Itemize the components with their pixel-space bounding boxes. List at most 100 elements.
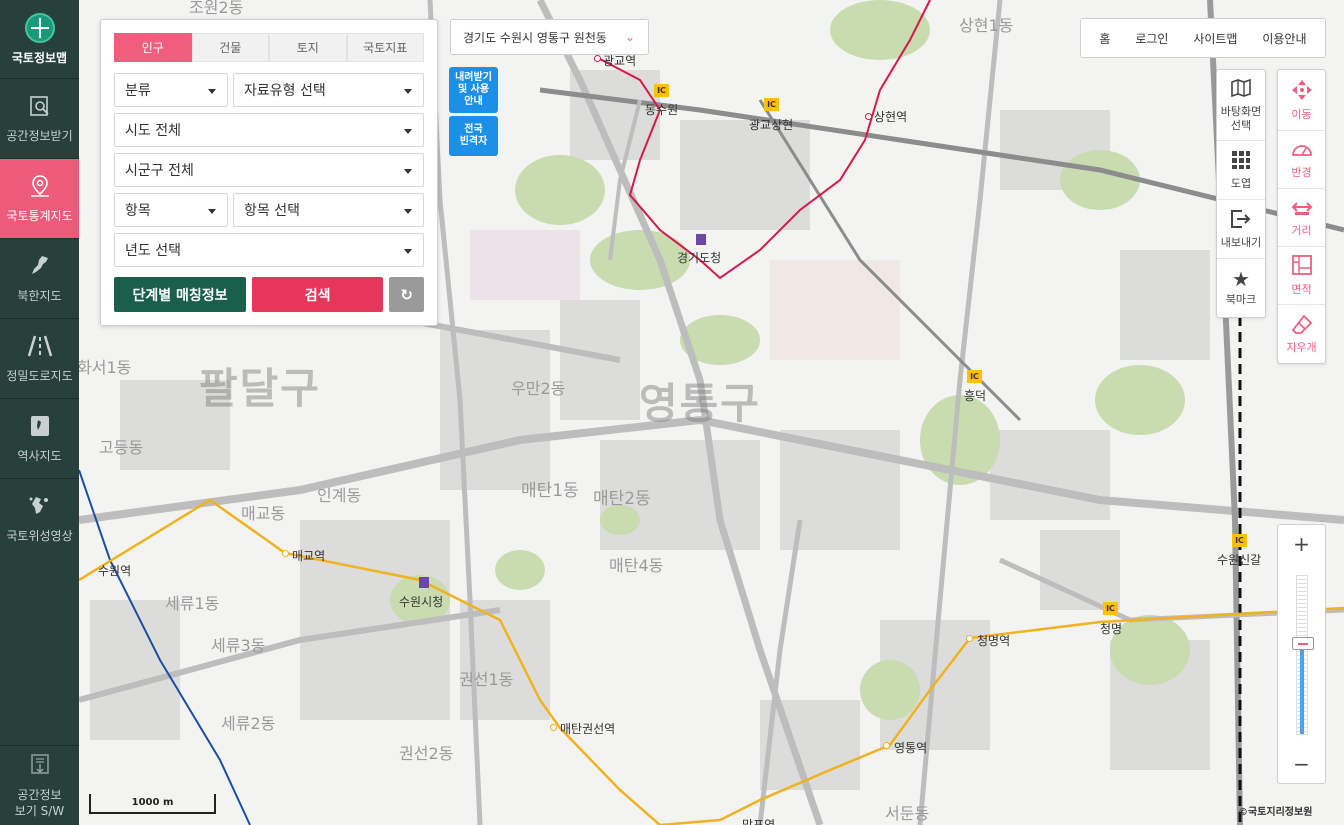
- logo[interactable]: 국토정보맵: [0, 0, 79, 78]
- link-sitemap[interactable]: 사이트맵: [1193, 30, 1237, 47]
- distance-tool-button[interactable]: 거리: [1278, 189, 1325, 247]
- dong-label: 고등동: [99, 438, 144, 457]
- category-select[interactable]: 분류: [114, 73, 228, 107]
- link-guide[interactable]: 이용안내: [1262, 30, 1306, 47]
- ic-badge: IC: [967, 370, 982, 383]
- sheet-grid-button[interactable]: 도엽: [1217, 141, 1265, 200]
- sidebar-item-sw-download[interactable]: 공간정보 보기 S/W: [0, 745, 79, 825]
- radius-tool-button[interactable]: 반경: [1278, 131, 1325, 189]
- tab-building[interactable]: 건물: [191, 33, 269, 62]
- dong-label: 화서1동: [79, 358, 132, 377]
- tool-label: 반경: [1291, 166, 1312, 179]
- station-label[interactable]: 영통역: [894, 739, 927, 756]
- data-type-select[interactable]: 자료유형 선택: [233, 73, 424, 107]
- sidebar-item-north-korea[interactable]: 북한지도: [0, 238, 79, 318]
- station-label[interactable]: 동수원: [645, 101, 678, 118]
- link-home[interactable]: 홈: [1099, 30, 1110, 47]
- search-button[interactable]: 검색: [252, 277, 384, 312]
- zoom-handle[interactable]: [1292, 637, 1314, 651]
- sidebar-item-stat-map[interactable]: 국토통계지도: [0, 158, 79, 238]
- station-dot: [966, 635, 973, 642]
- dong-label: 세류3동: [211, 636, 266, 655]
- eraser-tool-button[interactable]: 지우개: [1278, 305, 1325, 363]
- item-category-select[interactable]: 항목: [114, 193, 228, 227]
- sidebar-item-history-map[interactable]: 역사지도: [0, 398, 79, 478]
- station-label[interactable]: 매탄권선역: [560, 720, 615, 737]
- government-building-icon: [696, 234, 706, 245]
- dong-label: 권선1동: [459, 670, 514, 689]
- dong-label: 매탄4동: [609, 556, 664, 575]
- campus-area-2: [770, 260, 900, 360]
- station-label[interactable]: 수원시청: [399, 593, 443, 610]
- stat-search-panel: 인구 건물 토지 국토지표 분류 자료유형 선택 시도 전체 시군구 전체 항목…: [100, 19, 438, 326]
- download-doc-icon: [28, 753, 52, 781]
- sigungu-select[interactable]: 시군구 전체: [114, 153, 424, 187]
- station-label[interactable]: 광교상현: [749, 116, 793, 133]
- move-tool-button[interactable]: 이동: [1278, 70, 1325, 131]
- distance-icon: [1291, 197, 1313, 220]
- download-guide-button[interactable]: 내려받기 및 사용안내: [449, 67, 498, 113]
- tab-population[interactable]: 인구: [114, 33, 192, 62]
- star-icon: ★: [1232, 267, 1250, 291]
- zoom-level-fill: [1300, 641, 1304, 734]
- station-label[interactable]: 경기도청: [677, 249, 721, 266]
- export-button[interactable]: 내보내기: [1217, 200, 1265, 259]
- vacancy-grid-label: 전국 빈격자: [459, 124, 488, 147]
- station-label[interactable]: 망포역: [742, 816, 775, 825]
- zoom-control: + −: [1277, 524, 1326, 784]
- sido-select[interactable]: 시도 전체: [114, 113, 424, 147]
- tab-national-index[interactable]: 국토지표: [346, 33, 424, 62]
- vacancy-grid-button[interactable]: 전국 빈격자: [449, 116, 498, 156]
- tool-label: 면적: [1291, 283, 1312, 296]
- reset-button[interactable]: ↻: [389, 277, 424, 312]
- year-select[interactable]: 년도 선택: [114, 233, 424, 267]
- station-label[interactable]: 청명역: [977, 632, 1010, 649]
- sidebar-item-precision-road[interactable]: 정밀도로지도: [0, 318, 79, 398]
- tool-label: 바탕화면: [1220, 104, 1262, 118]
- bookmark-button[interactable]: ★ 북마크: [1217, 259, 1265, 317]
- korea-north-icon: [27, 253, 53, 279]
- sidebar-item-spatial-data[interactable]: 공간정보받기: [0, 78, 79, 158]
- sidebar-item-label: 국토위성영상: [6, 529, 73, 543]
- station-label[interactable]: 매교역: [292, 547, 325, 564]
- dong-label: 매탄2동: [593, 489, 651, 509]
- dong-label: 세류2동: [221, 714, 276, 733]
- location-pin-icon: [27, 173, 53, 199]
- dong-label: 우만2동: [511, 379, 566, 398]
- station-label[interactable]: 수원역: [98, 562, 131, 579]
- matching-info-button[interactable]: 단계별 매칭정보: [114, 277, 247, 312]
- tool-label: 북마크: [1225, 293, 1257, 306]
- station-label[interactable]: 흥덕: [964, 387, 986, 404]
- zoom-slider[interactable]: [1292, 575, 1314, 735]
- link-login[interactable]: 로그인: [1135, 30, 1168, 47]
- dong-label: 권선2동: [399, 744, 454, 763]
- tool-label: 지우개: [1286, 340, 1317, 354]
- map-tools-left: 바탕화면 선택 도엽 내보내기 ★ 북마크: [1216, 69, 1266, 318]
- station-label[interactable]: 상현역: [874, 108, 907, 125]
- station-label[interactable]: 청명: [1100, 620, 1122, 637]
- zoom-out-button[interactable]: −: [1278, 745, 1325, 783]
- dong-label: 서둔동: [885, 804, 930, 823]
- dong-label: 상현1동: [959, 16, 1014, 35]
- basemap-select-button[interactable]: 바탕화면 선택: [1217, 70, 1265, 141]
- station-label[interactable]: 수원신갈: [1217, 551, 1261, 568]
- copyright: ©국토지리정보원: [1238, 807, 1313, 818]
- station-dot: [865, 113, 872, 120]
- panel-tabs: 인구 건물 토지 국토지표: [114, 33, 424, 62]
- logo-text: 국토정보맵: [11, 50, 68, 65]
- item-select[interactable]: 항목 선택: [233, 193, 424, 227]
- radius-icon: [1291, 139, 1313, 162]
- satellite-korea-icon: [27, 493, 53, 519]
- tool-label: 내보내기: [1220, 235, 1262, 249]
- dong-label: 인계동: [317, 486, 362, 505]
- dong-label: 세류1동: [165, 594, 220, 613]
- area-tool-button[interactable]: 면적: [1278, 247, 1325, 305]
- location-dropdown[interactable]: 경기도 수원시 영통구 원천동 ⌄: [450, 19, 649, 55]
- tab-land[interactable]: 토지: [269, 33, 347, 62]
- zoom-in-button[interactable]: +: [1278, 525, 1325, 563]
- history-map-icon: [27, 413, 53, 439]
- road-icon: [27, 333, 53, 359]
- map-fold-icon: [1231, 78, 1251, 101]
- sidebar-item-satellite[interactable]: 국토위성영상: [0, 478, 79, 558]
- globe-icon: [24, 12, 55, 43]
